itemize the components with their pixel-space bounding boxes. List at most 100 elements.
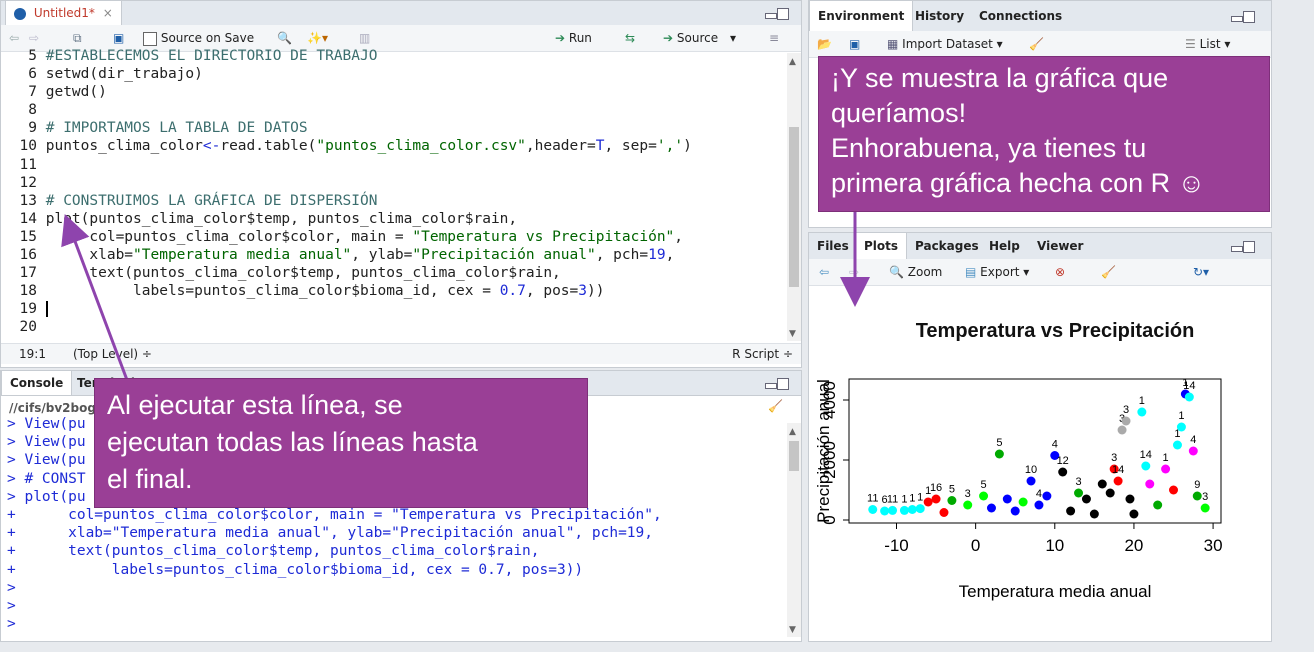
data-point <box>907 505 917 514</box>
code-line[interactable]: 9 # IMPORTAMOS LA TABLA DE DATOS <box>1 119 781 137</box>
data-point <box>1042 491 1052 501</box>
source-button[interactable]: ➔ Source ▾ <box>663 30 736 46</box>
code-line[interactable]: 19 <box>1 300 781 318</box>
tab-plots[interactable]: Plots <box>855 233 908 259</box>
point-label: 5 <box>949 484 955 496</box>
callout-bottom-line-1: Al ejecutar esta línea, se <box>107 390 403 420</box>
point-label: 11 <box>867 493 878 505</box>
cursor-position: 19:1 <box>19 347 46 361</box>
load-workspace-icon[interactable]: 📂 <box>817 36 832 52</box>
point-label: 4 <box>1036 488 1042 500</box>
code-line[interactable]: 18 labels=puntos_clima_color$bioma_id, c… <box>1 282 781 300</box>
tab-console[interactable]: Console <box>1 371 73 395</box>
code-line[interactable]: 5 #ESTABLECEMOS EL DIRECTORIO DE TRABAJO <box>1 47 781 65</box>
code-line[interactable]: 16 xlab="Temperatura media anual", ylab=… <box>1 246 781 264</box>
data-point <box>931 494 941 504</box>
callout-top-line-1: ¡Y se muestra la gráfica que <box>831 63 1169 93</box>
tab-environment[interactable]: Environment <box>809 1 914 31</box>
export-button[interactable]: ▤ Export ▾ <box>965 264 1029 280</box>
show-in-window-icon[interactable]: ⧉ <box>73 30 82 46</box>
rerun-icon[interactable]: ⇆ <box>625 30 635 46</box>
zoom-button[interactable]: 🔍 Zoom <box>889 264 942 280</box>
close-tab-icon[interactable]: × <box>103 6 113 20</box>
save-icon[interactable]: ▣ <box>113 30 124 46</box>
data-point <box>994 449 1004 459</box>
code-line[interactable]: 12 <box>1 174 781 192</box>
console-line: > <box>7 616 25 633</box>
console-window-buttons[interactable] <box>765 378 789 390</box>
magic-wand-icon[interactable]: ✨▾ <box>307 30 328 46</box>
search-icon[interactable]: 🔍 <box>277 30 292 46</box>
publish-icon[interactable]: ↻▾ <box>1193 264 1209 280</box>
code-line[interactable]: 11 <box>1 156 781 174</box>
previous-plot-icon[interactable]: ⇦ <box>819 264 829 280</box>
line-number: 10 <box>19 138 37 155</box>
tab-help[interactable]: Help <box>981 233 1028 259</box>
tab-connections[interactable]: Connections <box>971 1 1070 31</box>
filetype-selector[interactable]: R Script ÷ <box>732 344 793 364</box>
point-label: 3 <box>965 488 971 500</box>
source-on-save-checkbox[interactable]: Source on Save <box>143 30 254 46</box>
remove-plot-icon[interactable]: ⊗ <box>1055 264 1065 280</box>
broom-icon[interactable]: 🧹 <box>1029 36 1044 52</box>
code-editor[interactable]: 5 #ESTABLECEMOS EL DIRECTORIO DE TRABAJO… <box>1 47 781 341</box>
point-label: 3 <box>1202 491 1208 503</box>
x-tick-label: 10 <box>1045 536 1064 555</box>
import-dataset-button[interactable]: ▦ Import Dataset ▾ <box>887 36 1003 52</box>
callout-top-line-3: Enhorabuena, ya tienes tu <box>831 133 1147 163</box>
compile-report-icon[interactable]: ▥ <box>359 30 370 46</box>
run-button[interactable]: ➔ Run <box>555 30 592 46</box>
point-label: 3 <box>1111 452 1117 464</box>
save-workspace-icon[interactable]: ▣ <box>849 36 860 52</box>
tab-files[interactable]: Files <box>809 233 857 259</box>
magnifier-icon: 🔍 <box>889 265 904 279</box>
data-point <box>1066 506 1076 516</box>
code-line[interactable]: 14 plot(puntos_clima_color$temp, puntos_… <box>1 210 781 228</box>
plots-tabbar: Files Plots Packages Help Viewer <box>809 233 1271 260</box>
source-window-buttons[interactable] <box>765 8 789 20</box>
data-point <box>888 505 898 515</box>
callout-bottom-line-2: ejecutan todas las líneas hasta <box>107 427 478 457</box>
code-line[interactable]: 17 text(puntos_clima_color$temp, puntos_… <box>1 264 781 282</box>
editor-scrollbar[interactable]: ▲ ▼ <box>787 53 801 341</box>
tab-history[interactable]: History <box>907 1 972 31</box>
code-line[interactable]: 13 # CONSTRUIMOS LA GRÁFICA DE DISPERSIÓ… <box>1 192 781 210</box>
image-icon: ▤ <box>965 265 977 279</box>
tab-untitled1[interactable]: Untitled1* × <box>5 1 122 25</box>
line-number: 6 <box>28 66 37 83</box>
data-point <box>1125 494 1135 504</box>
code-line[interactable]: 8 <box>1 101 781 119</box>
r-file-icon <box>14 7 26 20</box>
line-number: 20 <box>19 319 37 336</box>
clear-plots-broom-icon[interactable]: 🧹 <box>1101 264 1116 280</box>
code-line[interactable]: 7 getwd() <box>1 83 781 101</box>
code-line[interactable]: 20 <box>1 318 781 336</box>
outline-icon[interactable]: ≡ <box>769 30 779 46</box>
source-on-save-label: Source on Save <box>160 31 255 45</box>
line-number: 7 <box>28 84 37 101</box>
line-number: 17 <box>19 265 37 282</box>
code-line[interactable]: 10 puntos_clima_color<-read.table("punto… <box>1 137 781 155</box>
code-line[interactable]: 6 setwd(dir_trabajo) <box>1 65 781 83</box>
scope-selector[interactable]: (Top Level) ÷ <box>73 344 152 364</box>
line-number: 15 <box>19 228 37 245</box>
environment-toolbar: 📂 ▣ ▦ Import Dataset ▾ 🧹 ☰ List ▾ <box>809 31 1271 58</box>
data-point <box>880 506 890 516</box>
line-number: 19 <box>19 301 37 318</box>
list-view-selector[interactable]: ☰ List ▾ <box>1185 36 1230 52</box>
tab-packages[interactable]: Packages <box>907 233 987 259</box>
next-plot-icon[interactable]: ⇨ <box>849 264 859 280</box>
back-arrow-icon[interactable]: ⇦ <box>9 30 19 46</box>
environment-window-buttons[interactable] <box>1231 11 1255 23</box>
data-point <box>1117 425 1127 435</box>
code-line[interactable]: 15 col=puntos_clima_color$color, main = … <box>1 228 781 246</box>
data-point <box>1058 467 1068 477</box>
tab-viewer[interactable]: Viewer <box>1029 233 1091 259</box>
console-scrollbar[interactable]: ▲ ▼ <box>787 423 801 637</box>
forward-arrow-icon[interactable]: ⇨ <box>29 30 39 46</box>
point-label: 1 <box>909 493 915 505</box>
line-number: 16 <box>19 247 37 264</box>
point-label: 16 <box>930 482 942 494</box>
broom-icon[interactable]: 🧹 <box>768 399 783 413</box>
plots-window-buttons[interactable] <box>1231 241 1255 253</box>
